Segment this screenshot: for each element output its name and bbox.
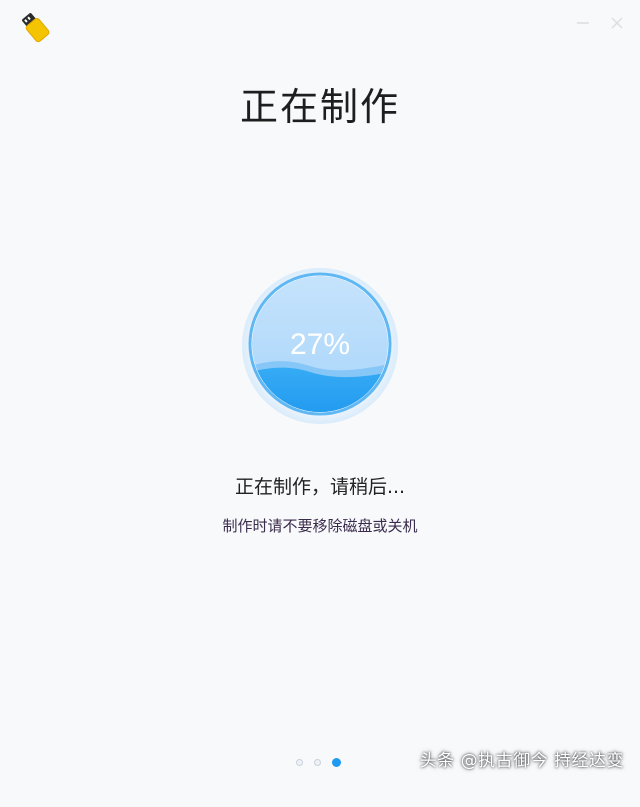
app-window: 正在制作 27% 正在制作，请稍后... 制作时请不要移除磁盘或关机 头条 @执…	[0, 0, 640, 807]
page-title: 正在制作	[239, 85, 400, 129]
hint-text: 制作时请不要移除磁盘或关机	[222, 517, 418, 535]
page-dot	[296, 759, 303, 766]
close-icon[interactable]	[608, 14, 626, 32]
progress-indicator: 27%	[240, 266, 400, 426]
minimize-icon[interactable]	[574, 14, 592, 32]
page-indicator	[296, 758, 341, 767]
watermark-text: 头条 @执古御今 持经达变	[419, 751, 624, 771]
page-dot	[314, 759, 321, 766]
status-text: 正在制作，请稍后...	[234, 476, 406, 498]
page-dot-active	[332, 758, 341, 767]
window-controls	[574, 14, 626, 32]
progress-wave-ball: 27%	[242, 268, 398, 424]
progress-label: 27%	[290, 328, 350, 361]
usb-drive-icon	[22, 13, 50, 43]
